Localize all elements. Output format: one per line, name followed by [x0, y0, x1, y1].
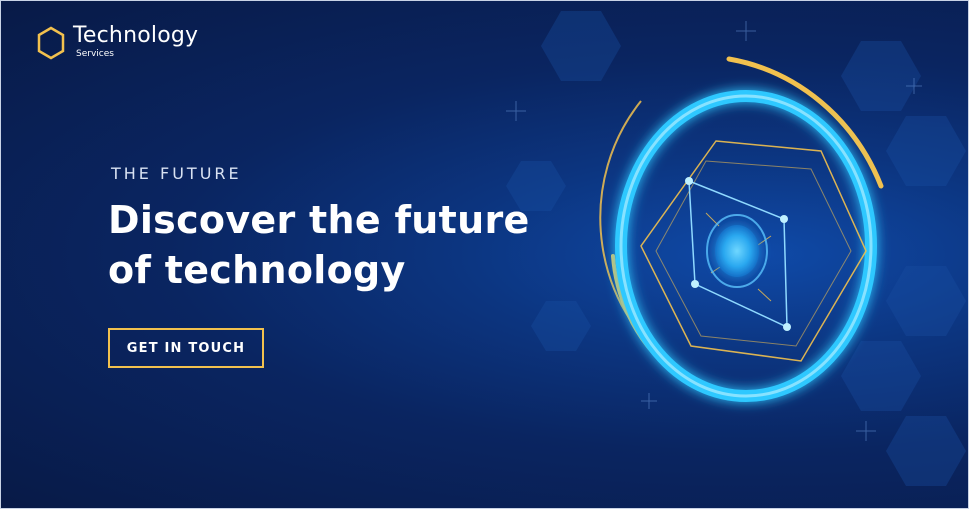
hero-headline: Discover the future of technology [108, 198, 530, 292]
eyebrow-text: THE FUTURE [111, 164, 242, 183]
brand-subtitle: Services [76, 49, 114, 59]
brand-name: Technology [73, 23, 199, 48]
hero-banner: Technology Services THE FUTURE Discover … [0, 0, 969, 509]
brand-logo[interactable]: Technology Services [36, 23, 198, 61]
brand-text: Technology Services [73, 23, 198, 59]
hexagon-icon [37, 26, 65, 60]
get-in-touch-button[interactable]: GET IN TOUCH [108, 328, 264, 368]
